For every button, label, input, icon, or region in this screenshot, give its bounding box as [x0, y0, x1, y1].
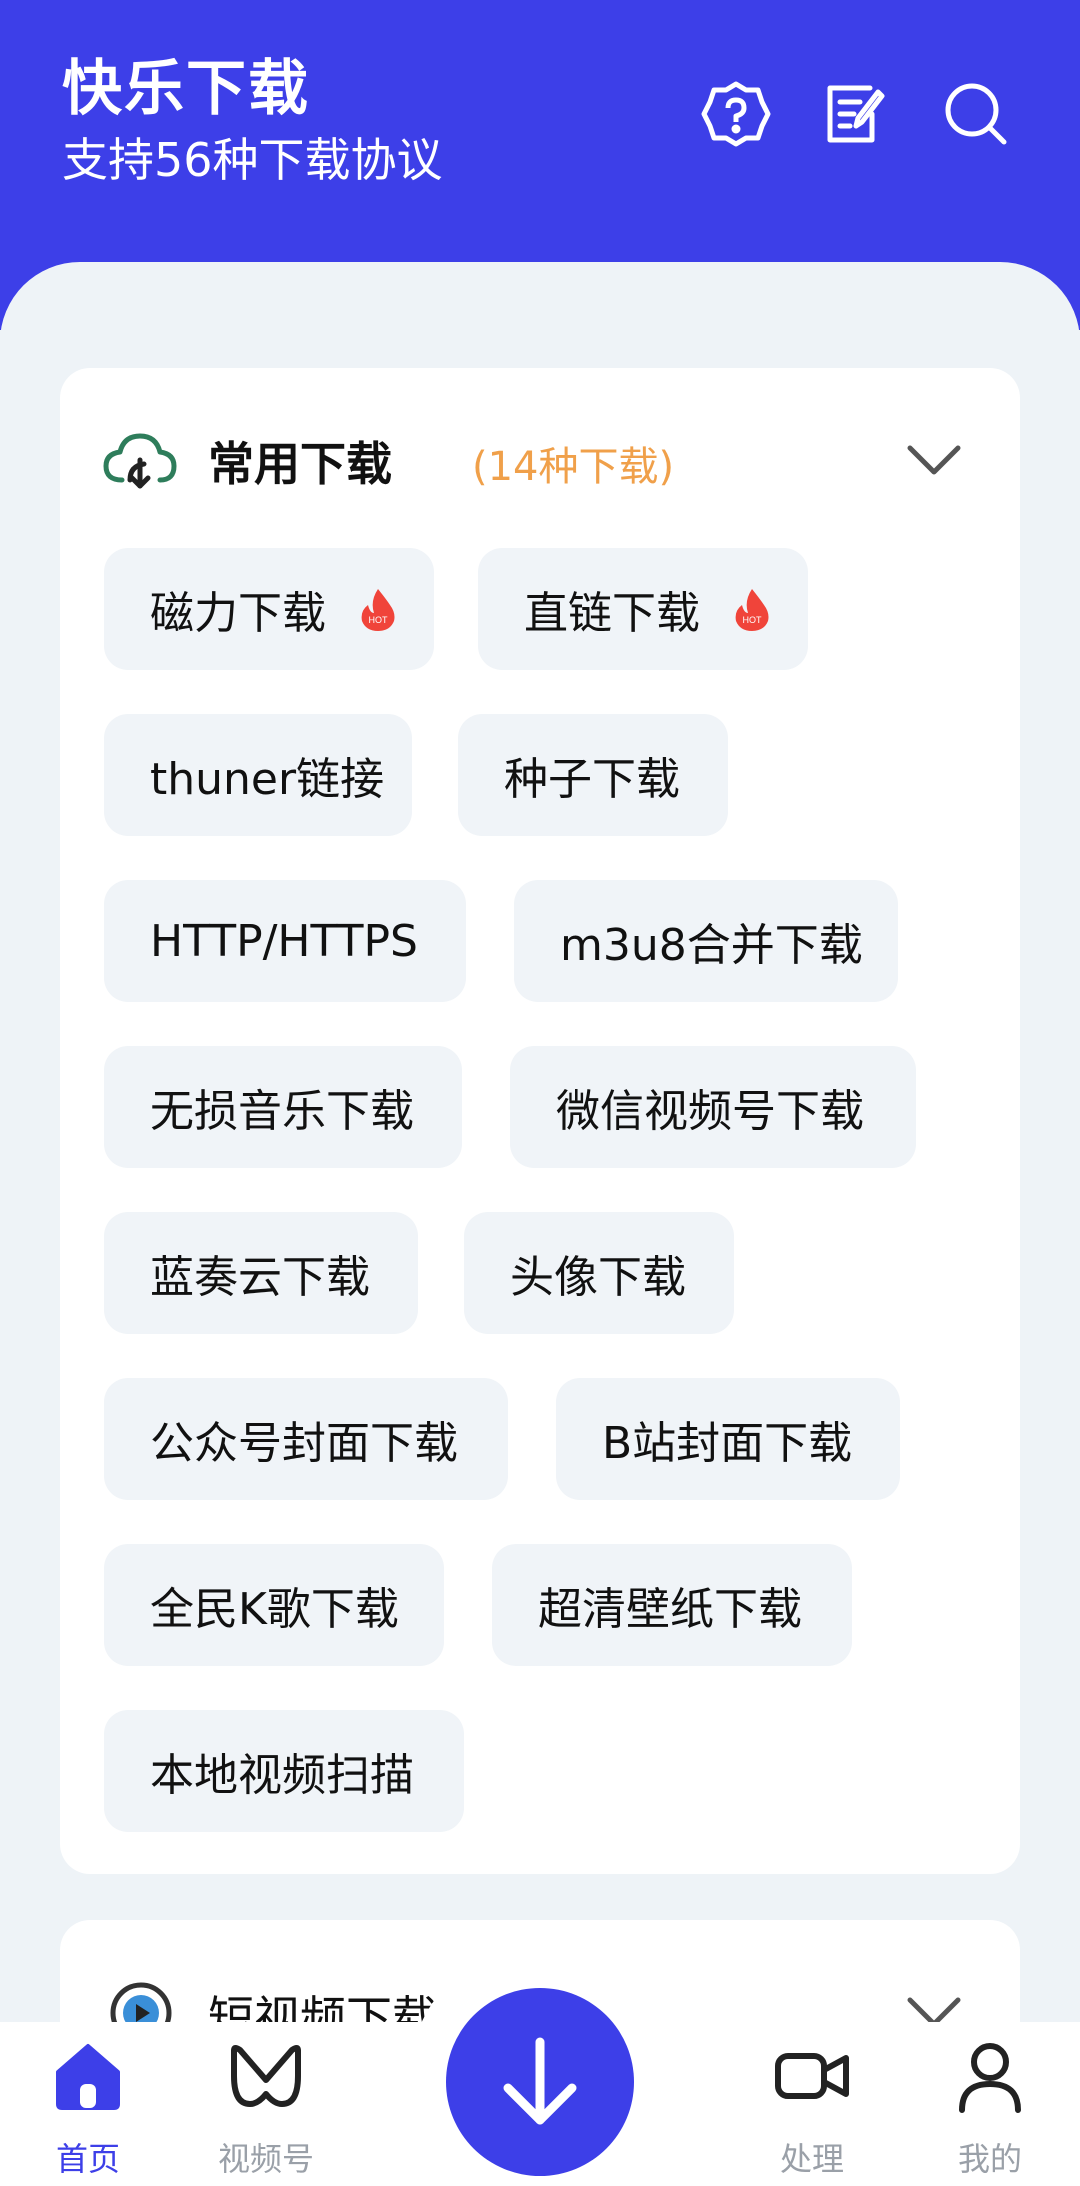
channels-icon	[231, 2045, 301, 2107]
tag-label: 全民K歌下载	[150, 1584, 399, 1635]
tag-thunder-link[interactable]: thuner链接	[104, 714, 412, 836]
card-title: 常用下载	[208, 437, 392, 491]
tag-label: B站封面下载	[602, 1418, 853, 1469]
svg-text:HOT: HOT	[743, 615, 763, 625]
tag-avatar[interactable]: 头像下载	[464, 1212, 734, 1334]
tab-process[interactable]: 处理	[742, 2036, 882, 2186]
tab-mine[interactable]: 我的	[920, 2036, 1060, 2186]
search-icon[interactable]	[940, 78, 1012, 150]
svg-text:HOT: HOT	[369, 615, 389, 625]
tag-label: 头像下载	[510, 1252, 686, 1303]
tab-label: 视频号	[217, 2140, 314, 2178]
common-download-header[interactable]: 常用下载 (14种下载)	[60, 368, 1020, 538]
video-camera-icon	[775, 2053, 849, 2099]
hot-badge-icon: HOT	[360, 587, 396, 631]
app-title: 快乐下载	[62, 54, 310, 124]
tab-label: 处理	[779, 2140, 844, 2178]
tag-hd-wallpaper[interactable]: 超清壁纸下载	[492, 1544, 852, 1666]
tag-label: 公众号封面下载	[150, 1418, 458, 1469]
tab-home[interactable]: 首页	[18, 2036, 158, 2186]
chevron-down-icon[interactable]	[906, 442, 962, 478]
tag-label: 磁力下载	[150, 588, 326, 639]
tag-http[interactable]: HTTP/HTTPS	[104, 880, 466, 1002]
edit-note-icon[interactable]	[820, 78, 892, 150]
tab-label: 我的	[957, 2140, 1022, 2178]
tag-karaoke[interactable]: 全民K歌下载	[104, 1544, 444, 1666]
common-download-card: 常用下载 (14种下载) 磁力下载 HOT 直链下载 HOT thuner链接 …	[60, 368, 1020, 1874]
card-count: (14种下载)	[472, 444, 675, 490]
user-icon	[959, 2043, 1021, 2113]
hot-badge-icon: HOT	[734, 587, 770, 631]
cloud-download-icon	[102, 430, 178, 490]
arrow-down-icon	[503, 2037, 577, 2125]
tab-label: 首页	[55, 2140, 120, 2178]
tag-bilibili-cover[interactable]: B站封面下载	[556, 1378, 900, 1500]
tag-label: thuner链接	[150, 754, 385, 805]
tag-label: 超清壁纸下载	[538, 1584, 802, 1635]
tab-channels[interactable]: 视频号	[196, 2036, 336, 2186]
tag-label: 蓝奏云下载	[150, 1252, 370, 1303]
tag-lossless-music[interactable]: 无损音乐下载	[104, 1046, 462, 1168]
tag-official-cover[interactable]: 公众号封面下载	[104, 1378, 508, 1500]
tag-label: 种子下载	[504, 754, 680, 805]
settings-icon[interactable]	[700, 78, 772, 150]
tag-local-scan[interactable]: 本地视频扫描	[104, 1710, 464, 1832]
tag-wechat-channels[interactable]: 微信视频号下载	[510, 1046, 916, 1168]
tag-torrent[interactable]: 种子下载	[458, 714, 728, 836]
tag-direct-link[interactable]: 直链下载 HOT	[478, 548, 808, 670]
tag-label: HTTP/HTTPS	[150, 915, 418, 967]
download-fab[interactable]	[446, 1988, 634, 2176]
tag-label: 微信视频号下载	[556, 1086, 864, 1137]
tag-label: 本地视频扫描	[150, 1750, 414, 1801]
tag-lanzou[interactable]: 蓝奏云下载	[104, 1212, 418, 1334]
home-icon	[56, 2044, 120, 2110]
tag-label: 无损音乐下载	[150, 1086, 414, 1137]
tag-label: 直链下载	[524, 588, 700, 639]
tag-m3u8[interactable]: m3u8合并下载	[514, 880, 898, 1002]
tag-list: 磁力下载 HOT 直链下载 HOT thuner链接 种子下载 HTTP/HTT…	[104, 548, 984, 1876]
app-subtitle: 支持56种下载协议	[62, 133, 443, 187]
tag-label: m3u8合并下载	[560, 920, 863, 971]
tag-magnet[interactable]: 磁力下载 HOT	[104, 548, 434, 670]
